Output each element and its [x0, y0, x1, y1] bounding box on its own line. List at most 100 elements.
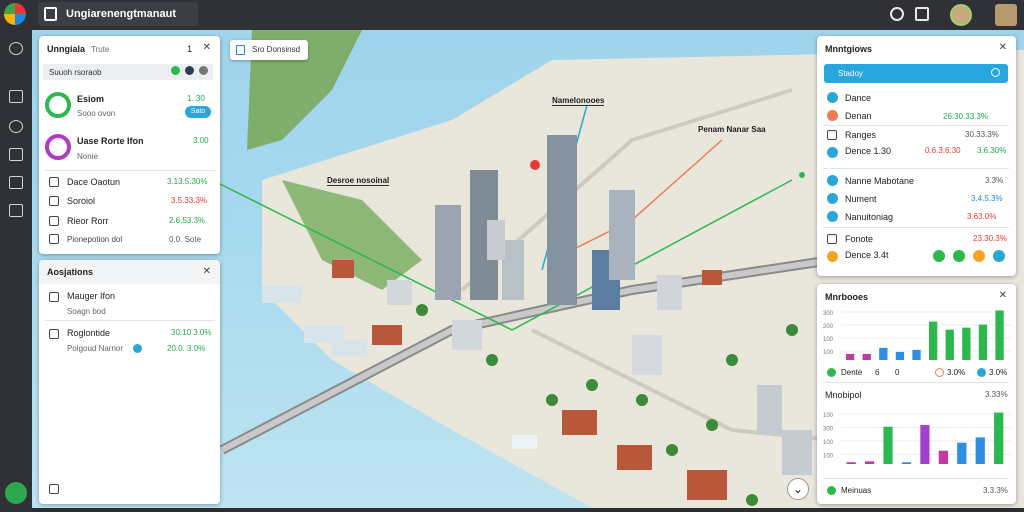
close-icon[interactable]: ✕ [999, 290, 1007, 301]
panel-count: 1 [187, 44, 193, 54]
chart-bar[interactable] [912, 349, 921, 360]
status-dot [185, 66, 194, 75]
map-label-2: Penam Nanar Saa [698, 125, 766, 134]
chart-bar[interactable] [846, 462, 856, 464]
puzzle-icon[interactable] [9, 42, 23, 55]
layers-icon[interactable] [9, 148, 23, 161]
section-title: Mnobipol [825, 390, 862, 400]
item-value-2: 20.0. 3.0% [167, 344, 206, 353]
profile-avatar[interactable] [995, 4, 1017, 26]
chevron-down-icon[interactable]: ⌄ [787, 478, 809, 500]
item-sub: Soagn bod [67, 307, 106, 316]
info-icon [827, 147, 838, 158]
book-icon[interactable] [915, 7, 929, 21]
app-title: Ungiarenengtmanaut [66, 8, 177, 20]
stat-value: 0.0. Sote [169, 235, 202, 244]
close-icon[interactable]: ✕ [999, 42, 1007, 53]
panel-subtitle: Trute [91, 45, 110, 54]
chart-bar[interactable] [901, 462, 912, 464]
list-icon[interactable] [9, 176, 23, 189]
stat-label: Soroiol [67, 196, 96, 206]
legend-label: Dente [841, 368, 863, 377]
primary-button[interactable]: Stadoy [824, 64, 1008, 83]
chart-bar[interactable] [938, 450, 948, 464]
info-icon [827, 175, 838, 186]
footer-label: Meinuas [841, 486, 872, 495]
map-label-3: Desroe nosoinal [327, 176, 390, 186]
legend-dot [827, 368, 836, 377]
chart-bar[interactable] [995, 310, 1004, 360]
user-avatar[interactable] [950, 4, 972, 26]
item-sub: Sooo ovon [77, 109, 116, 118]
settings-icon[interactable] [49, 484, 59, 494]
divider [45, 170, 215, 171]
chart-bar[interactable] [928, 321, 938, 360]
status-chip[interactable] [993, 250, 1005, 262]
top-bar: Ungiarenengtmanaut [0, 0, 1024, 30]
panel-title: Mnntgiows [825, 44, 872, 54]
nav-rail [0, 30, 32, 512]
chart-bar[interactable] [895, 351, 905, 360]
progress-ring-icon [45, 92, 71, 118]
chart-title: Mnrbooes [825, 292, 869, 302]
item-badge[interactable]: Sato [185, 106, 211, 118]
chart-bar[interactable] [945, 329, 954, 360]
bar-chart-2: 100 300 100 100 [823, 412, 1011, 464]
status-chip[interactable] [933, 250, 945, 262]
refresh-icon[interactable] [890, 7, 904, 21]
user-icon[interactable] [9, 120, 23, 133]
row-value: 3.63.0% [967, 212, 997, 221]
stat-value: 3.5.33.3% [171, 196, 208, 205]
chart-bar[interactable] [994, 412, 1004, 464]
chat-fab-button[interactable] [5, 482, 27, 504]
chart-bar[interactable] [864, 461, 875, 464]
close-icon[interactable]: ✕ [203, 42, 211, 53]
stat-value: 2.6.53.3% [169, 216, 206, 225]
row-label: Nanuitoniag [845, 212, 894, 222]
info-icon [827, 92, 838, 103]
map-search-label: Sro Donsinsd [252, 45, 301, 54]
legend-value: 3.0% [947, 368, 966, 377]
close-icon[interactable]: ✕ [203, 266, 211, 277]
filter-bar[interactable]: Suuoh rsoraob [43, 64, 213, 80]
status-chip[interactable] [973, 250, 985, 262]
legend-value: 0 [895, 368, 900, 377]
doc-icon [236, 45, 245, 55]
chart-bar[interactable] [862, 353, 871, 360]
chart-bar[interactable] [975, 437, 985, 464]
chart-bar[interactable] [957, 442, 967, 464]
filter-label: Suuoh rsoraob [49, 68, 102, 77]
chart-icon[interactable] [9, 204, 23, 217]
row-label: Fonote [845, 234, 874, 244]
chart-bar[interactable] [962, 327, 971, 360]
stat-label: Pionepotion dol [67, 235, 123, 244]
legend-value: 3.0% [989, 368, 1008, 377]
chart-bar[interactable] [920, 424, 930, 464]
title-field[interactable]: Ungiarenengtmanaut [38, 2, 198, 26]
chart-bar[interactable] [879, 347, 888, 360]
hand-icon [49, 329, 59, 339]
legend-dot [977, 368, 986, 377]
app-logo [4, 3, 26, 25]
refresh-icon [991, 68, 1000, 77]
chart-bar[interactable] [845, 353, 855, 360]
image-icon [49, 292, 59, 302]
divider [45, 320, 215, 321]
map-search-box[interactable]: Sro Donsinsd [230, 40, 308, 60]
status-chip[interactable] [953, 250, 965, 262]
chart-panel: Mnrbooes ✕ 300 200 100 100 Dente 6 0 3.0% 3… [817, 284, 1016, 504]
chart-bar[interactable] [883, 426, 893, 464]
legend-dot [827, 486, 836, 495]
calendar-icon [827, 234, 837, 244]
row-label: Nument [845, 194, 877, 204]
home-icon[interactable] [9, 90, 23, 103]
item-label: Mauger Ifon [67, 291, 116, 301]
left-panel-2: Aosjations ✕ Mauger Ifon Soagn bod Roglo… [39, 260, 220, 504]
left-panel: Unngiala Trute 1 ✕ Suuoh rsoraob Esiom S… [39, 36, 220, 254]
chart-bar[interactable] [978, 324, 988, 360]
divider [823, 168, 1009, 169]
row-value: 3.3% [985, 176, 1004, 185]
button-label: Stadoy [838, 69, 863, 78]
y-tick-label: 300 [823, 311, 834, 317]
y-tick-label: 100 [823, 440, 834, 446]
